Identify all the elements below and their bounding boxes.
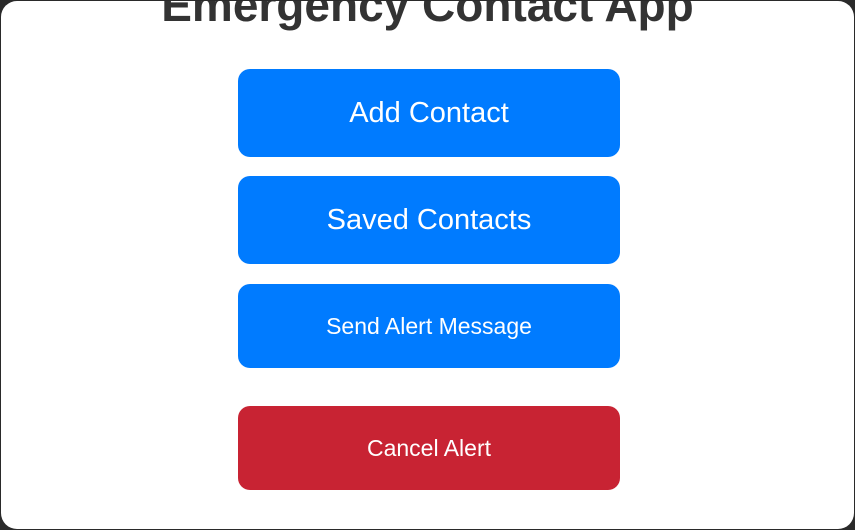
app-window: Emergency Contact App Add Contact Saved … [1,1,854,529]
send-alert-button[interactable]: Send Alert Message [238,284,620,368]
saved-contacts-button[interactable]: Saved Contacts [238,176,620,264]
add-contact-button[interactable]: Add Contact [238,69,620,157]
app-title: Emergency Contact App [161,1,694,31]
cancel-alert-button[interactable]: Cancel Alert [238,406,620,490]
